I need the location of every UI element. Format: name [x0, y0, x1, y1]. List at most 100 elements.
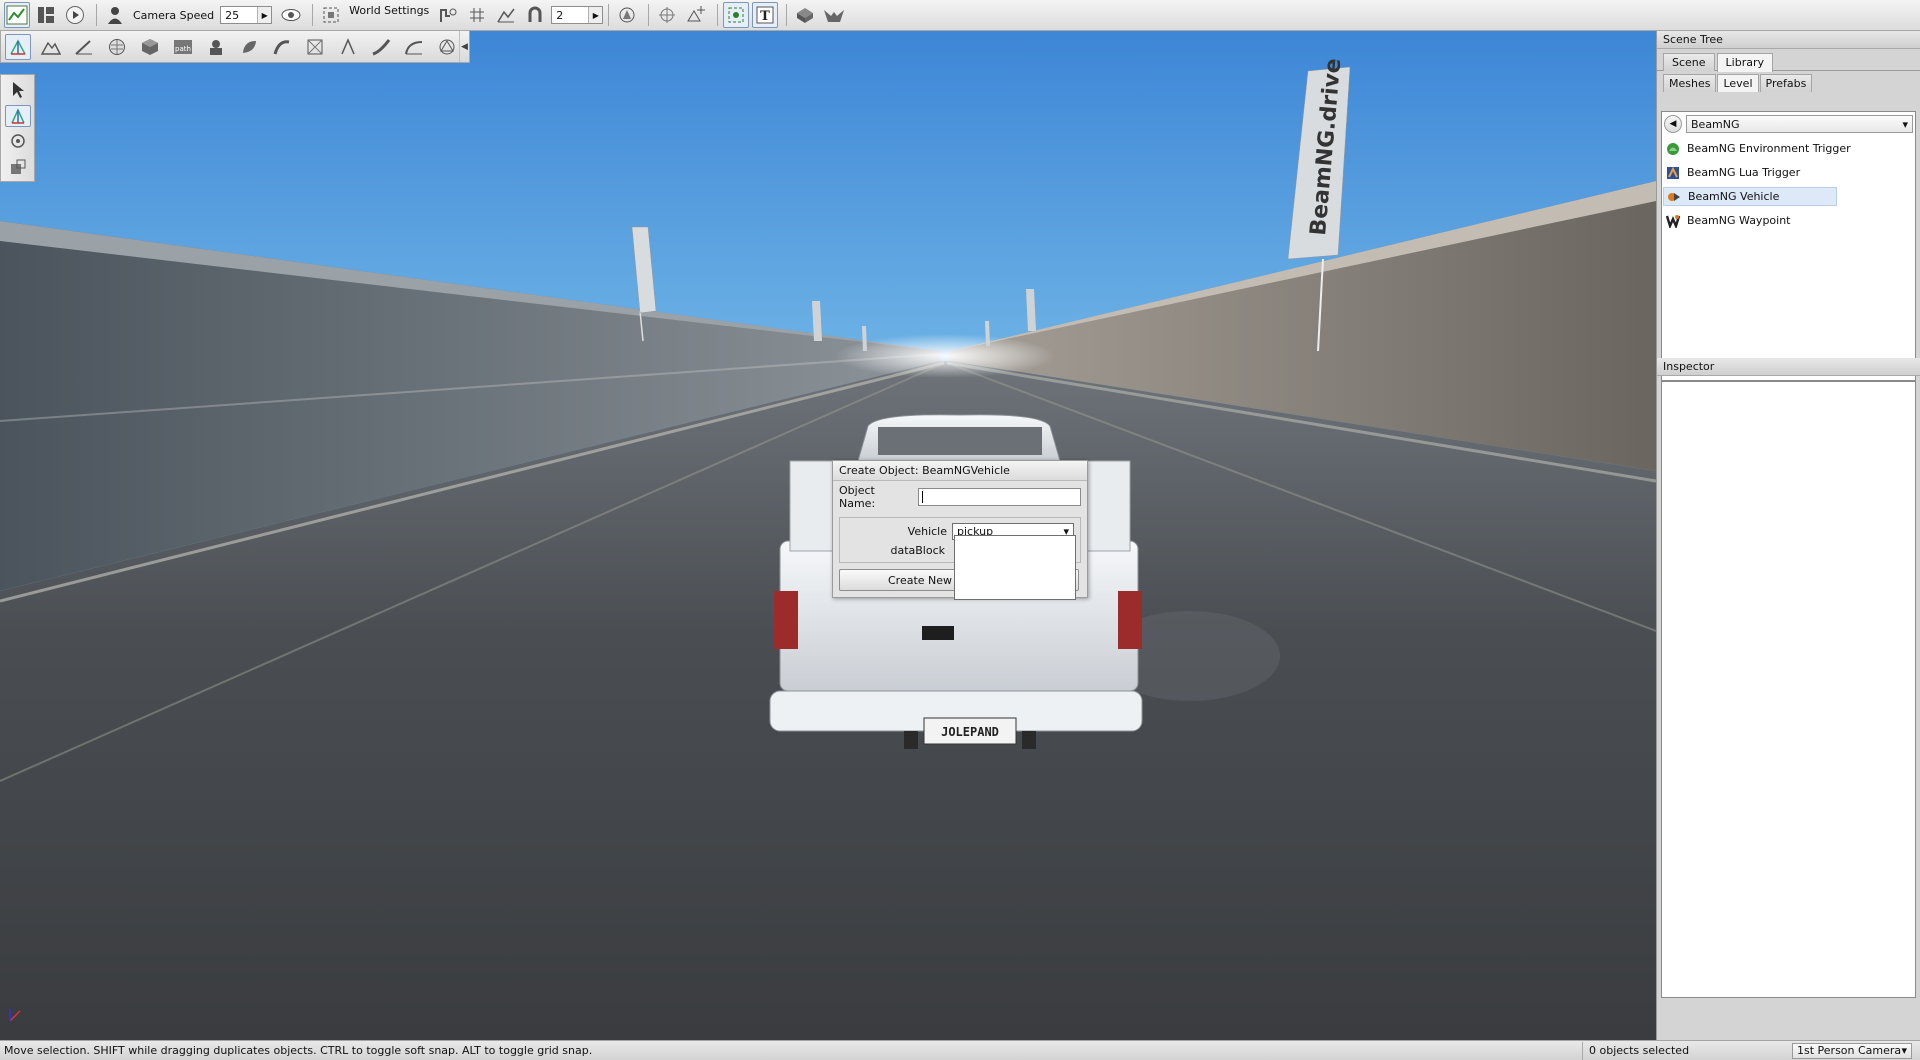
selection-count: 0 objects selected	[1582, 1041, 1788, 1060]
library-path-row: ◀ BeamNG ▾	[1662, 112, 1915, 136]
list-item-label: BeamNG Waypoint	[1687, 214, 1791, 227]
camera-mode-value: 1st Person Camera	[1797, 1044, 1902, 1057]
main-toolbar: Camera Speed 25 ▶ World Settings 2 ▶ T	[0, 0, 1920, 31]
list-item[interactable]: BeamNG Vehicle	[1663, 187, 1837, 206]
library-list: ◀ BeamNG ▾ BeamNG Environment Trigger Be…	[1661, 111, 1916, 381]
object-editor-icon[interactable]	[5, 33, 31, 60]
camera-person-icon[interactable]	[102, 2, 128, 28]
library-path-dropdown[interactable]: BeamNG ▾	[1686, 115, 1913, 133]
tab-scene[interactable]: Scene	[1663, 53, 1715, 71]
library-path-value: BeamNG	[1691, 117, 1740, 131]
object-center-icon[interactable]	[614, 2, 640, 28]
3d-viewport[interactable]: BeamNG.drive JOLEPAND	[0, 31, 1656, 1040]
subtab-meshes[interactable]: Meshes	[1663, 74, 1717, 92]
select-bounds-icon[interactable]	[723, 2, 750, 28]
camera-speed-input[interactable]: 25 ▶	[220, 6, 273, 24]
snap-settings-icon[interactable]	[435, 2, 461, 28]
datablock-editor-icon[interactable]: path	[170, 34, 196, 60]
flag-right: BeamNG.drive	[1287, 57, 1351, 352]
terrain-editor-icon[interactable]	[38, 34, 64, 60]
scale-gizmo-icon[interactable]	[5, 156, 31, 179]
scene-tree-title: Scene Tree	[1657, 31, 1920, 49]
camera-speed-label: Camera Speed	[133, 8, 215, 22]
road-editor-icon[interactable]	[368, 34, 394, 60]
toolbar-separator	[96, 4, 97, 26]
camera-speed-arrow-icon[interactable]: ▶	[257, 7, 272, 23]
rotate-gizmo-icon[interactable]	[5, 130, 31, 153]
datablock-row: dataBlock	[890, 544, 950, 557]
datablock-label: dataBlock	[890, 544, 945, 557]
palette-collapse-icon[interactable]: ◀	[459, 31, 469, 62]
grid-snap-icon[interactable]	[464, 2, 490, 28]
object-name-input[interactable]	[917, 488, 1081, 506]
chevron-down-icon: ▾	[1902, 117, 1908, 131]
decal-editor-icon[interactable]	[302, 34, 328, 60]
inspector-panel	[1661, 381, 1916, 998]
right-sidebar: Scene Tree Scene Library Meshes Level Pr…	[1656, 31, 1920, 1040]
vehicle-dropdown-list[interactable]	[954, 535, 1076, 600]
toolbar-separator	[786, 4, 788, 26]
list-item-label: BeamNG Lua Trigger	[1687, 166, 1801, 179]
list-item-label: BeamNG Environment Trigger	[1687, 142, 1851, 155]
svg-text:path: path	[175, 45, 191, 53]
vehicle-label: Vehicle	[907, 525, 947, 538]
scene-render: BeamNG.drive JOLEPAND	[0, 31, 1656, 1040]
status-bar: Move selection. SHIFT while dragging dup…	[0, 1040, 1920, 1060]
forest-editor-icon[interactable]	[236, 34, 262, 60]
list-item[interactable]: BeamNG Waypoint	[1663, 211, 1914, 230]
back-arrow-icon[interactable]: ◀	[1664, 115, 1682, 133]
play-game-icon[interactable]	[62, 2, 88, 28]
camera-mode-dropdown[interactable]: 1st Person Camera ▾	[1792, 1042, 1912, 1059]
svg-text:T: T	[760, 9, 770, 24]
toolbar-separator	[717, 4, 719, 26]
visibility-eye-icon[interactable]	[278, 2, 304, 28]
text-caret	[921, 491, 923, 503]
drop-at-camera-icon[interactable]	[821, 2, 847, 28]
object-name-label: Object Name:	[839, 484, 876, 510]
library-subtabs: Meshes Level Prefabs	[1657, 71, 1920, 93]
select-arrow-icon[interactable]	[5, 79, 31, 102]
list-item-label: BeamNG Vehicle	[1688, 190, 1780, 203]
flag-left-1	[631, 226, 657, 342]
fit-view-icon[interactable]	[318, 2, 344, 28]
lua-trigger-icon	[1665, 165, 1681, 181]
world-editor-icon[interactable]	[4, 2, 30, 28]
scene-tree-tabs: Scene Library	[1657, 49, 1920, 72]
navmesh-editor-icon[interactable]	[401, 34, 427, 60]
world-settings-label[interactable]: World Settings	[349, 4, 429, 17]
particle-editor-icon[interactable]	[203, 34, 229, 60]
list-item[interactable]: BeamNG Lua Trigger	[1663, 163, 1914, 182]
tab-library[interactable]: Library	[1716, 53, 1774, 72]
drop-object-icon[interactable]	[792, 2, 818, 28]
terrain-painter-icon[interactable]	[71, 34, 97, 60]
axis-gizmo	[9, 1009, 21, 1022]
move-gizmo-icon[interactable]	[4, 104, 31, 127]
license-plate: JOLEPAND	[941, 725, 999, 739]
vehicle-icon	[1666, 189, 1682, 205]
mesh-road-editor-icon[interactable]	[335, 34, 361, 60]
transform-tools	[0, 74, 35, 182]
river-editor-icon[interactable]	[269, 34, 295, 60]
banner-right-text: BeamNG.drive	[1306, 57, 1346, 236]
text-label-icon[interactable]: T	[752, 2, 779, 28]
environment-trigger-icon	[1665, 141, 1681, 157]
sketch-tool-icon[interactable]	[137, 34, 163, 60]
toolbar-separator	[648, 4, 650, 26]
subtab-level[interactable]: Level	[1717, 74, 1759, 92]
camera-speed-value: 25	[225, 8, 240, 22]
world-transform-icon[interactable]	[683, 2, 709, 28]
waypoint-icon	[1665, 213, 1681, 229]
material-editor-icon[interactable]	[104, 34, 130, 60]
dialog-title[interactable]: Create Object: BeamNGVehicle	[833, 461, 1087, 481]
inspector-title: Inspector	[1657, 358, 1920, 376]
list-item[interactable]: BeamNG Environment Trigger	[1663, 139, 1914, 158]
grid-size-input[interactable]: 2 ▶	[551, 6, 604, 24]
subtab-prefabs[interactable]: Prefabs	[1759, 74, 1813, 92]
terrain-snap-icon[interactable]	[493, 2, 519, 28]
gui-editor-icon[interactable]	[33, 2, 59, 28]
bounds-center-icon[interactable]	[654, 2, 680, 28]
grid-size-arrow-icon[interactable]: ▶	[588, 7, 603, 23]
convex-editor-icon[interactable]	[434, 34, 460, 60]
magnet-snap-icon[interactable]	[522, 2, 548, 28]
toolbar-separator	[608, 4, 610, 26]
